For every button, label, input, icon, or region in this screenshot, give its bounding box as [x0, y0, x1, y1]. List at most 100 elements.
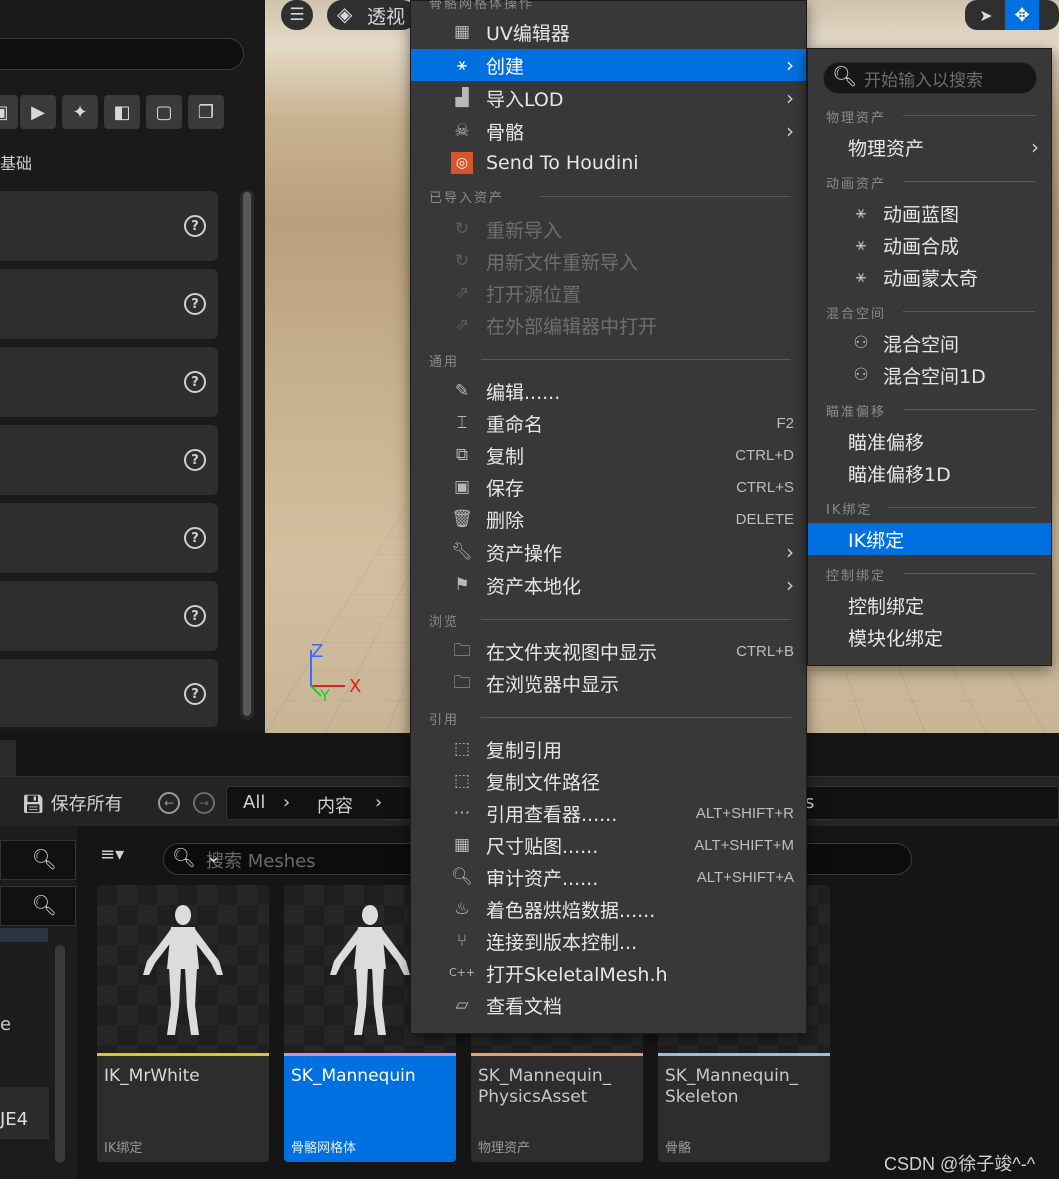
houdini-icon: ◎: [451, 152, 473, 174]
breadcrumb-item[interactable]: 内容: [317, 792, 353, 818]
menu-item-anim-composite[interactable]: ⚹ 动画合成: [808, 229, 1051, 261]
blendspace-icon: ⚇: [853, 333, 869, 353]
help-icon[interactable]: ?: [184, 449, 206, 471]
forward-icon[interactable]: →: [193, 792, 215, 814]
filter-button[interactable]: ≡▾: [100, 844, 124, 865]
menu-item-rename[interactable]: ⌶ 重命名 F2: [411, 407, 806, 439]
menu-item-anim-blueprint[interactable]: ⚹ 动画蓝图: [808, 197, 1051, 229]
move-icon[interactable]: ✥: [1005, 0, 1039, 30]
menu-item-reimport-file[interactable]: ↻ 用新文件重新导入: [411, 245, 806, 277]
category-row[interactable]: ?: [0, 191, 218, 261]
menu-item-view-docs[interactable]: ▱ 查看文档: [411, 989, 806, 1021]
menu-item-blend-space[interactable]: ⚇ 混合空间: [808, 327, 1051, 359]
menu-item-delete[interactable]: 🗑︎ 删除 DELETE: [411, 503, 806, 535]
source-item[interactable]: e: [0, 1014, 11, 1035]
scroll-thumb[interactable]: [243, 192, 251, 716]
cube-icon[interactable]: ▣: [0, 95, 18, 129]
help-icon[interactable]: ?: [184, 527, 206, 549]
menu-item-label: 复制: [486, 445, 525, 468]
shortcut-label: DELETE: [735, 510, 794, 528]
sparkle-icon[interactable]: ✦: [62, 95, 98, 129]
view-mode-button[interactable]: ◈ 透视: [327, 0, 417, 30]
menu-item-size-map[interactable]: ▦ 尺寸贴图...... ALT+SHIFT+M: [411, 829, 806, 861]
asset-context-menu: 骨骼网格体操作 ▦ UV编辑器 ⚹ 创建 › ▟ 导入LOD › ☠ 骨骼 › ◎ Send T…: [410, 0, 807, 1034]
menu-item-show-in-browser[interactable]: 🗀 在浏览器中显示: [411, 667, 806, 699]
menu-item-duplicate[interactable]: ⧉ 复制 CTRL+D: [411, 439, 806, 471]
left-scrollbar[interactable]: [240, 190, 254, 720]
frame-icon[interactable]: ▢: [146, 95, 182, 129]
stack-icon[interactable]: ❐: [188, 95, 224, 129]
menu-item-audit-assets[interactable]: 🔍︎ 审计资产...... ALT+SHIFT+A: [411, 861, 806, 893]
breadcrumb-item[interactable]: All: [243, 792, 265, 813]
sources-scrollbar[interactable]: [55, 945, 65, 1163]
help-icon[interactable]: ?: [184, 371, 206, 393]
save-all-button[interactable]: 💾︎ 保存所有: [22, 790, 123, 816]
viewport-menu-button[interactable]: ☰: [281, 0, 313, 30]
menu-item-reimport[interactable]: ↻ 重新导入: [411, 213, 806, 245]
chevron-right-icon[interactable]: ›: [375, 792, 382, 813]
category-row[interactable]: ?: [0, 347, 218, 417]
menu-item-physics-asset[interactable]: 物理资产 ›: [808, 131, 1051, 163]
external-editor-icon: ⇗: [454, 315, 470, 335]
menu-item-ik-rig[interactable]: IK绑定: [808, 523, 1051, 555]
menu-item-anim-montage[interactable]: ⚹ 动画蒙太奇: [808, 261, 1051, 293]
menu-item-create[interactable]: ⚹ 创建 ›: [411, 49, 806, 81]
flag-icon: ⚑: [454, 575, 470, 595]
shapes-icon[interactable]: ◧: [104, 95, 140, 129]
menu-item-open-source[interactable]: ⇗ 打开源位置: [411, 277, 806, 309]
help-icon[interactable]: ?: [184, 605, 206, 627]
menu-item-skeleton[interactable]: ☠ 骨骼 ›: [411, 115, 806, 147]
menu-item-uv-editor[interactable]: ▦ UV编辑器: [411, 16, 806, 48]
menu-item-asset-localization[interactable]: ⚑ 资产本地化 ›: [411, 569, 806, 601]
menu-item-blend-space-1d[interactable]: ⚇ 混合空间1D: [808, 359, 1051, 391]
menu-item-label: UV编辑器: [486, 22, 570, 45]
asset-type: 骨骼: [665, 1141, 692, 1156]
submenu-search-input[interactable]: 🔍︎ 开始输入以搜索: [823, 62, 1037, 94]
menu-item-label: 控制绑定: [848, 595, 925, 618]
menu-item-open-header[interactable]: C++ 打开SkeletalMesh.h: [411, 957, 806, 989]
left-search-input[interactable]: [0, 38, 244, 70]
trash-icon: 🗑︎: [451, 509, 473, 529]
menu-item-import-lod[interactable]: ▟ 导入LOD ›: [411, 82, 806, 114]
select-arrow-icon[interactable]: ➤: [973, 2, 999, 28]
menu-item-copy-reference[interactable]: ⬚ 复制引用: [411, 733, 806, 765]
help-icon[interactable]: ?: [184, 215, 206, 237]
help-icon[interactable]: ?: [184, 683, 206, 705]
asset-tile[interactable]: IK_MrWhite IK绑定: [97, 885, 269, 1162]
menu-item-label: 连接到版本控制...: [486, 931, 638, 954]
menu-item-save[interactable]: ▣ 保存 CTRL+S: [411, 471, 806, 503]
menu-item-modular-rig[interactable]: 模块化绑定: [808, 621, 1051, 653]
category-row[interactable]: ?: [0, 425, 218, 495]
menu-item-send-to-houdini[interactable]: ◎ Send To Houdini: [411, 147, 806, 179]
search-icon: 🔍︎: [832, 64, 858, 88]
menu-item-aim-offset-1d[interactable]: 瞄准偏移1D: [808, 457, 1051, 489]
menu-item-external-editor[interactable]: ⇗ 在外部编辑器中打开: [411, 309, 806, 341]
menu-item-reference-viewer[interactable]: ⋯ 引用查看器...... ALT+SHIFT+R: [411, 797, 806, 829]
content-browser-tab[interactable]: [0, 740, 16, 776]
menu-item-copy-file-path[interactable]: ⬚ 复制文件路径: [411, 765, 806, 797]
chevron-right-icon[interactable]: ›: [283, 792, 290, 813]
menu-item-shader-cook[interactable]: ♨ 着色器烘焙数据......: [411, 893, 806, 925]
category-row[interactable]: ?: [0, 503, 218, 573]
shortcut-label: CTRL+D: [735, 446, 794, 464]
play-frame-icon[interactable]: ▶: [20, 95, 56, 129]
sources-search[interactable]: 🔍︎: [0, 886, 76, 926]
menu-item-asset-actions[interactable]: 🔧︎ 资产操作 ›: [411, 536, 806, 568]
category-row[interactable]: ?: [0, 581, 218, 651]
category-label: 基础: [0, 154, 33, 173]
menu-section-header: 动画资产: [826, 177, 887, 192]
menu-item-aim-offset[interactable]: 瞄准偏移: [808, 425, 1051, 457]
menu-item-control-rig[interactable]: 控制绑定: [808, 589, 1051, 621]
sources-search[interactable]: 🔍︎: [0, 840, 76, 880]
category-row[interactable]: ?: [0, 659, 218, 727]
source-item-selected[interactable]: JE4: [0, 1087, 49, 1139]
transform-toolbar: ➤ ✥: [965, 0, 1059, 30]
menu-item-show-in-folder[interactable]: 🗀 在文件夹视图中显示 CTRL+B: [411, 635, 806, 667]
category-row[interactable]: ?: [0, 269, 218, 339]
filter-icon: ≡▾: [100, 844, 125, 865]
menu-item-source-control[interactable]: ⑂ 连接到版本控制...: [411, 925, 806, 957]
help-icon[interactable]: ?: [184, 293, 206, 315]
back-icon[interactable]: ←: [158, 792, 180, 814]
menu-item-edit[interactable]: ✎ 编辑......: [411, 375, 806, 407]
chevron-right-icon: ›: [786, 53, 794, 77]
